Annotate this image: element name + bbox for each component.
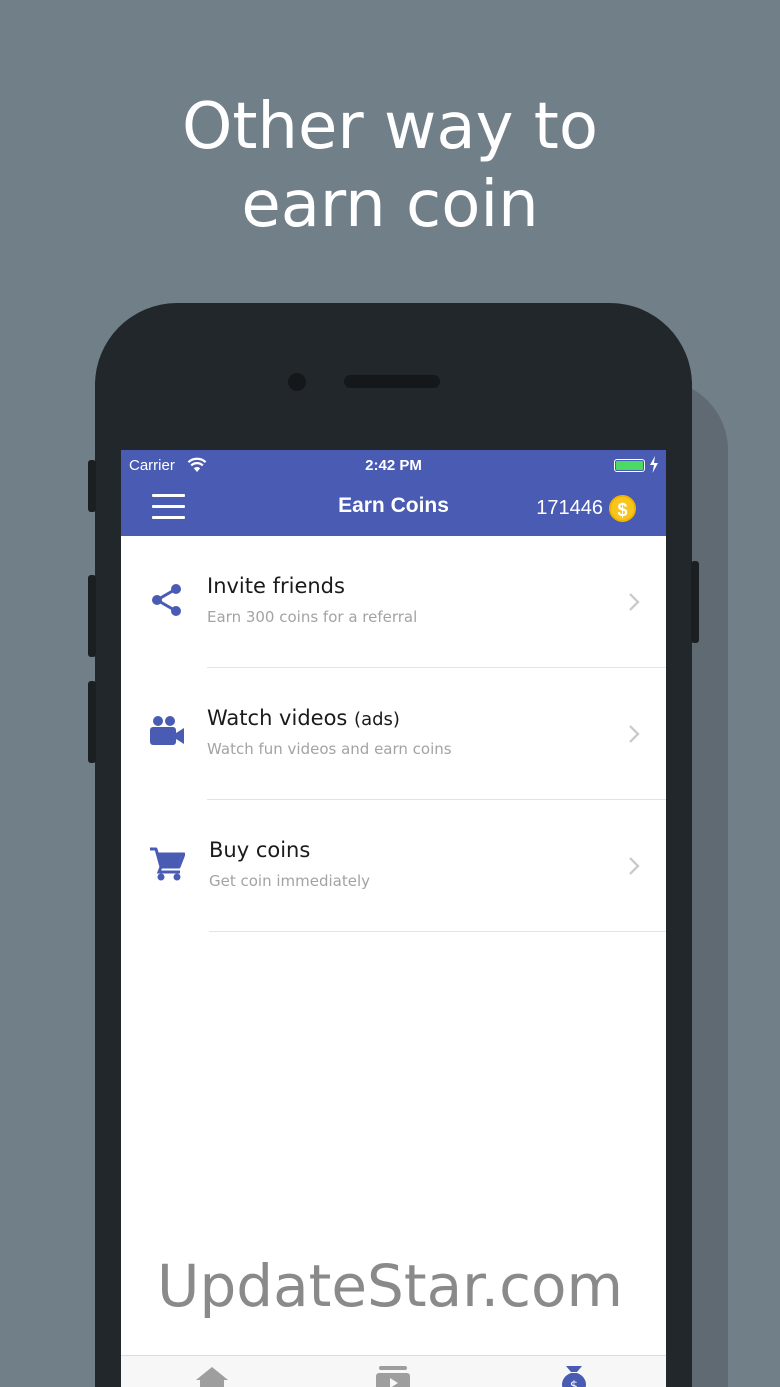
app-screen: Carrier 2:42 PM Earn Coins 171446 $ Invi… (121, 450, 666, 1387)
coin-icon: $ (609, 494, 636, 522)
watermark: UpdateStar.com (157, 1252, 623, 1320)
status-time: 2:42 PM (365, 457, 422, 474)
app-bar: Carrier 2:42 PM Earn Coins 171446 $ (121, 450, 666, 536)
chevron-right-icon (629, 857, 640, 875)
phone-power-button (691, 561, 699, 643)
coin-balance: 171446 $ (536, 494, 636, 522)
earpiece-speaker (344, 375, 440, 388)
list-item-invite-friends[interactable]: Invite friends Earn 300 coins for a refe… (121, 536, 666, 668)
list-item-title: Invite friends (207, 574, 345, 598)
divider (209, 930, 666, 932)
earn-options-list: Invite friends Earn 300 coins for a refe… (121, 536, 666, 932)
list-item-subtitle: Watch fun videos and earn coins (207, 740, 452, 758)
status-bar: Carrier 2:42 PM (121, 450, 666, 480)
shopping-cart-icon (150, 847, 185, 881)
coin-balance-value: 171446 (536, 496, 603, 519)
chevron-right-icon (629, 593, 640, 611)
phone-mute-switch (88, 460, 96, 512)
svg-text:$: $ (570, 1379, 578, 1387)
video-camera-icon (150, 716, 184, 745)
home-icon[interactable] (193, 1364, 231, 1387)
list-item-title: Watch videos (ads) (207, 706, 400, 730)
list-item-title-suffix: (ads) (354, 709, 400, 730)
list-item-subtitle: Get coin immediately (209, 872, 371, 890)
chevron-right-icon (629, 725, 640, 743)
money-bag-icon[interactable]: $ (555, 1364, 593, 1387)
front-camera (288, 373, 306, 391)
promo-headline: Other way to earn coin (0, 88, 780, 244)
list-item-title: Buy coins (209, 838, 311, 862)
list-item-subtitle: Earn 300 coins for a referral (207, 608, 418, 626)
battery-icon (614, 459, 645, 472)
promo-headline-line2: earn coin (241, 168, 539, 242)
list-item-buy-coins[interactable]: Buy coins Get coin immediately (121, 800, 666, 932)
promo-headline-line1: Other way to (181, 90, 599, 164)
phone-volume-down-button (88, 681, 96, 763)
phone-volume-up-button (88, 575, 96, 657)
charging-bolt-icon (650, 456, 658, 473)
video-tab-icon[interactable] (374, 1364, 412, 1387)
tab-bar: $ (121, 1355, 666, 1387)
share-icon (152, 584, 181, 616)
list-item-watch-videos[interactable]: Watch videos (ads) Watch fun videos and … (121, 668, 666, 800)
